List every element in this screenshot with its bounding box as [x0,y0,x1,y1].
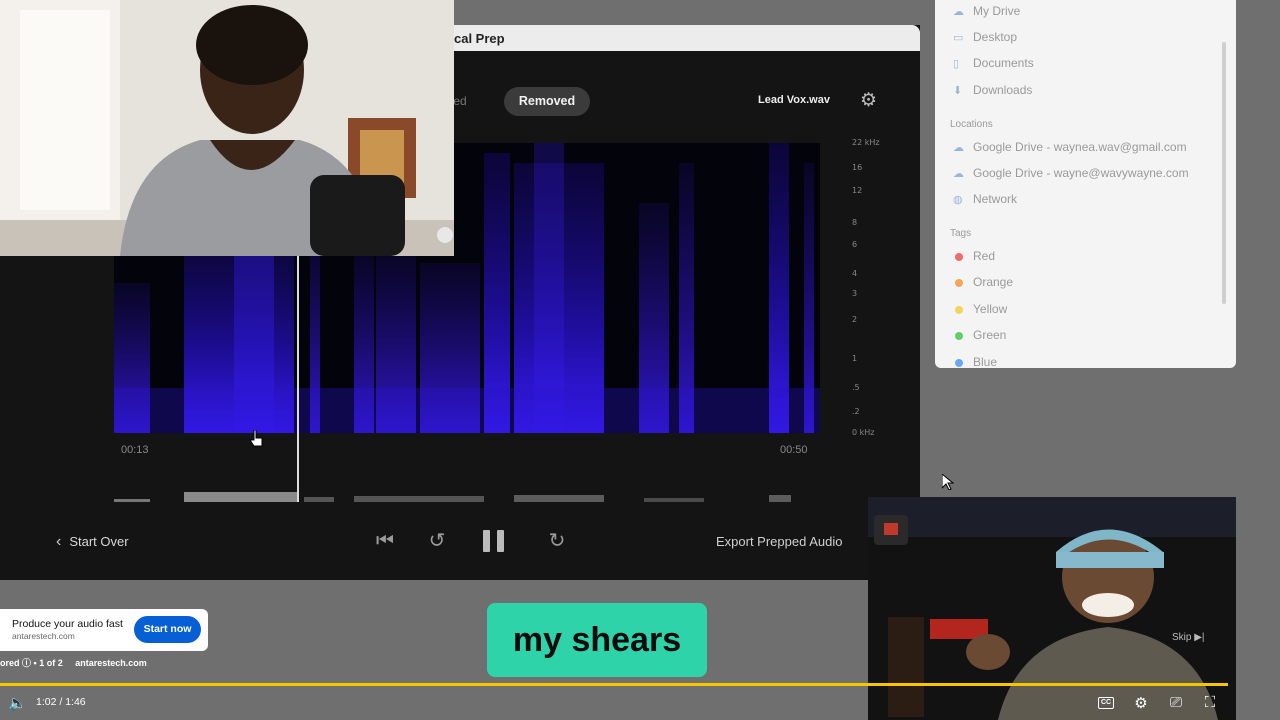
cloud-drive-icon: ☁ [953,168,964,180]
finder-item-documents[interactable]: Documents [973,56,1034,70]
skip-label: Skip [1172,632,1192,643]
pause-button[interactable] [483,530,505,552]
tab-removed[interactable]: Removed [504,87,590,116]
webcam-feed [0,0,454,256]
network-icon: ◍ [953,194,963,206]
frequency-tick-label: .2 [852,407,860,416]
finder-scrollbar[interactable] [1222,42,1226,304]
export-prepped-audio-button[interactable]: Export Prepped Audio [716,534,842,549]
finder-item-network[interactable]: Network [973,192,1017,206]
ad-domain[interactable]: antarestech.com [75,658,147,668]
transport-controls: ‹ Start Over ⏮ ↺ ↻ Export Prepped Audio [0,520,920,564]
hand-cursor-icon [250,430,263,447]
timeline-end-time: 00:50 [780,444,808,456]
screen: { "app": { "title": "cal Prep", "tab_pre… [0,0,1280,720]
arrow-cursor-icon [942,474,954,490]
cloud-drive-icon: ☁ [953,142,964,154]
cloud-drive-icon: ☁ [953,6,964,18]
finder-item-desktop[interactable]: Desktop [973,30,1017,44]
frequency-tick-label: 16 [852,163,863,172]
tag-color-dot [955,253,963,261]
video-player-controls: 🔈 1:02 / 1:46 CC ⚙ ⎚ ⛶ [0,686,1280,720]
ad-start-now-button[interactable]: Start now [134,616,201,643]
timeline-start-time: 00:13 [121,444,149,456]
waveform-overview[interactable] [114,486,820,504]
captions-icon[interactable]: CC [1098,697,1114,709]
start-over-button[interactable]: ‹ Start Over [56,533,129,551]
skip-ad-button[interactable]: Skip ▶| [1172,632,1205,643]
volume-icon[interactable]: 🔈 [8,694,27,712]
frequency-tick-label: 4 [852,269,858,278]
webcam-image [0,0,454,256]
frequency-tick-label: 2 [852,315,858,324]
start-over-label: Start Over [69,534,129,549]
skip-to-start-icon[interactable]: ⏮ [373,529,397,553]
tag-color-dot [955,332,963,340]
sponsored-ad-card[interactable]: Produce your audio fast antarestech.com … [0,609,208,651]
fast-forward-icon[interactable]: ↻ [545,529,569,553]
tag-color-dot [955,306,963,314]
desktop-icon: ▭ [953,32,964,44]
frequency-tick-label: 0 kHz [852,428,875,437]
chevron-left-icon: ‹ [56,533,62,550]
tag-blue[interactable]: Blue [973,355,997,369]
ad-count: 1 of 2 [39,658,63,668]
rewind-icon[interactable]: ↺ [425,529,449,553]
playhead[interactable] [297,256,299,502]
download-icon: ⬇ [953,85,963,97]
finder-item-google-drive-wayne-wavywayne-com[interactable]: Google Drive - wayne@wavywayne.com [973,166,1189,180]
tags-header: Tags [950,228,972,239]
tag-color-dot [955,359,963,367]
ad-meta: ored ⓘ • 1 of 2 antarestech.com [0,658,147,668]
ad-sponsored-label: ored [0,658,20,668]
ad-url: antarestech.com [12,631,75,641]
frequency-tick-label: 6 [852,240,858,249]
ad-title: Produce your audio fast [12,618,123,630]
tag-color-dot [955,279,963,287]
tag-red[interactable]: Red [973,249,995,263]
frequency-tick-label: .5 [852,383,860,392]
exit-fullscreen-icon[interactable]: ⛶ [1201,694,1219,711]
frequency-tick-label: 1 [852,354,858,363]
gear-icon[interactable]: ⚙ [1132,694,1150,712]
tag-yellow[interactable]: Yellow [973,302,1007,316]
video-time: 1:02 / 1:46 [36,696,86,708]
frequency-tick-label: 22 kHz [852,138,880,147]
finder-item-downloads[interactable]: Downloads [973,83,1032,97]
finder-sidebar: ☁ My Drive ▭ Desktop ▯ Documents ⬇ Downloads Lo… [935,0,1236,369]
caption-box: my shears [487,603,707,677]
cast-icon[interactable]: ⎚ [1167,694,1185,711]
frequency-tick-label: 8 [852,218,858,227]
finder-item-google-drive-waynea-wav-gmail-com[interactable]: Google Drive - waynea.wav@gmail.com [973,140,1187,154]
document-icon: ▯ [953,58,960,70]
gear-icon[interactable]: ⚙ [860,91,880,111]
file-name: Lead Vox.wav [758,94,830,106]
window-titlebar: cal Prep [440,25,920,51]
info-icon[interactable]: ⓘ [22,658,31,668]
tag-green[interactable]: Green [973,328,1006,342]
window-title: cal Prep [454,31,505,46]
finder-item-my-drive[interactable]: My Drive [973,4,1020,18]
tag-orange[interactable]: Orange [973,275,1013,289]
frequency-tick-label: 3 [852,289,858,298]
locations-header: Locations [950,119,993,130]
frequency-tick-label: 12 [852,186,863,195]
